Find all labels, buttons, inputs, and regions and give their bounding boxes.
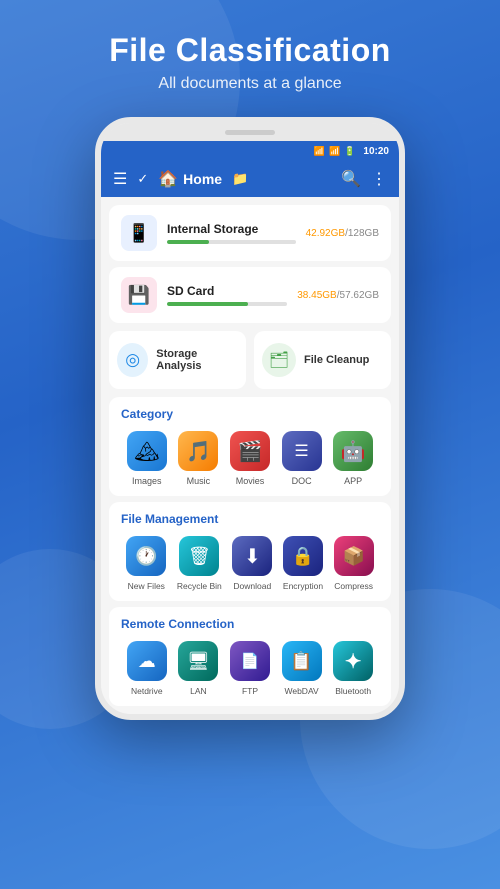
file-management-title: File Management <box>121 512 379 526</box>
internal-storage-info: Internal Storage <box>167 222 296 244</box>
newfiles-label: New Files <box>128 581 165 591</box>
toolbar-right: 🔍 ⋮ <box>341 169 387 189</box>
page-subtitle: All documents at a glance <box>0 75 500 93</box>
rm-item-webdav[interactable]: 📋 WebDAV <box>282 641 322 696</box>
recyclebin-label: Recycle Bin <box>177 581 222 591</box>
status-time: 10:20 <box>363 146 389 157</box>
internal-storage-bar <box>167 240 209 244</box>
status-bar: 📶 📶 🔋 10:20 <box>101 141 399 161</box>
compress-label: Compress <box>334 581 373 591</box>
category-title: Category <box>121 407 379 421</box>
ftp-label: FTP <box>242 686 258 696</box>
compress-icon: 📦 <box>334 536 374 576</box>
recyclebin-icon: 🗑 <box>179 536 219 576</box>
category-section: Category 🏔 Images 🎵 Music 🎬 Movies <box>109 397 391 496</box>
sd-card-card[interactable]: 💾 SD Card 38.45GB/57.62GB <box>109 267 391 323</box>
lan-icon: 🖥 <box>178 641 218 681</box>
toolbar-title-row: 🏠 Home <box>158 169 222 189</box>
encryption-icon: 🔒 <box>283 536 323 576</box>
signal-icon: 📶 <box>329 146 340 157</box>
fm-item-recyclebin[interactable]: 🗑 Recycle Bin <box>177 536 222 591</box>
storage-analysis-card[interactable]: ◎ Storage Analysis <box>109 331 246 389</box>
internal-storage-card[interactable]: 📱 Internal Storage 42.92GB/128GB <box>109 205 391 261</box>
fm-item-compress[interactable]: 📦 Compress <box>334 536 374 591</box>
bluetooth-label: Bluetooth <box>335 686 371 696</box>
music-icon: 🎵 <box>178 431 218 471</box>
doc-icon: ☰ <box>282 431 322 471</box>
storage-analysis-label: Storage Analysis <box>156 348 238 372</box>
category-item-music[interactable]: 🎵 Music <box>178 431 218 486</box>
battery-icon: 🔋 <box>344 146 355 157</box>
movies-icon: 🎬 <box>230 431 270 471</box>
lan-label: LAN <box>190 686 207 696</box>
folder-icon[interactable]: 📁 <box>232 171 248 187</box>
rm-item-lan[interactable]: 🖥 LAN <box>178 641 218 696</box>
remote-connection-section: Remote Connection ☁ Netdrive 🖥 LAN 📄 FTP <box>109 607 391 706</box>
fm-item-encryption[interactable]: 🔒 Encryption <box>283 536 323 591</box>
doc-label: DOC <box>292 476 312 486</box>
remote-connection-title: Remote Connection <box>121 617 379 631</box>
images-label: Images <box>132 476 162 486</box>
category-item-app[interactable]: 🤖 APP <box>333 431 373 486</box>
rm-item-bluetooth[interactable]: ✦ Bluetooth <box>333 641 373 696</box>
file-cleanup-card[interactable]: 🗂 File Cleanup <box>254 331 391 389</box>
menu-icon[interactable]: ☰ <box>113 169 127 189</box>
webdav-icon: 📋 <box>282 641 322 681</box>
toolbar-left: ☰ ✓ 🏠 Home 📁 <box>113 169 333 189</box>
music-label: Music <box>187 476 211 486</box>
remote-grid: ☁ Netdrive 🖥 LAN 📄 FTP 📋 WebDAV <box>121 641 379 696</box>
fm-item-newfiles[interactable]: 🕐 New Files <box>126 536 166 591</box>
ftp-icon: 📄 <box>230 641 270 681</box>
netdrive-label: Netdrive <box>131 686 163 696</box>
file-management-grid: 🕐 New Files 🗑 Recycle Bin ⬇ Download 🔒 E… <box>121 536 379 591</box>
toolbar-title: Home <box>183 171 222 187</box>
rm-item-ftp[interactable]: 📄 FTP <box>230 641 270 696</box>
movies-label: Movies <box>236 476 265 486</box>
status-icons: 📶 📶 🔋 10:20 <box>314 146 389 157</box>
phone-content: 📱 Internal Storage 42.92GB/128GB 💾 SD Ca… <box>101 197 399 714</box>
fm-item-download[interactable]: ⬇ Download <box>232 536 272 591</box>
page-title: File Classification <box>0 32 500 69</box>
sd-card-name: SD Card <box>167 284 287 298</box>
newfiles-icon: 🕐 <box>126 536 166 576</box>
search-icon[interactable]: 🔍 <box>341 169 361 189</box>
sd-card-bar <box>167 302 248 306</box>
category-grid: 🏔 Images 🎵 Music 🎬 Movies ☰ DOC <box>121 431 379 486</box>
phone-mockup: 📶 📶 🔋 10:20 ☰ ✓ 🏠 Home 📁 🔍 ⋮ <box>0 117 500 720</box>
sd-card-icon: 💾 <box>121 277 157 313</box>
tools-row: ◎ Storage Analysis 🗂 File Cleanup <box>109 331 391 389</box>
file-cleanup-icon: 🗂 <box>262 343 296 377</box>
download-label: Download <box>233 581 271 591</box>
images-icon: 🏔 <box>127 431 167 471</box>
phone-notch <box>101 123 399 141</box>
sd-card-info: SD Card <box>167 284 287 306</box>
internal-storage-icon: 📱 <box>121 215 157 251</box>
category-item-doc[interactable]: ☰ DOC <box>282 431 322 486</box>
download-icon: ⬇ <box>232 536 272 576</box>
more-icon[interactable]: ⋮ <box>371 169 387 189</box>
category-item-images[interactable]: 🏔 Images <box>127 431 167 486</box>
file-cleanup-label: File Cleanup <box>304 354 369 366</box>
netdrive-icon: ☁ <box>127 641 167 681</box>
sd-card-bar-wrap <box>167 302 287 306</box>
internal-storage-name: Internal Storage <box>167 222 296 236</box>
check-icon[interactable]: ✓ <box>137 171 148 187</box>
sd-card-size: 38.45GB/57.62GB <box>297 290 379 301</box>
internal-storage-size: 42.92GB/128GB <box>306 228 379 239</box>
internal-storage-bar-wrap <box>167 240 296 244</box>
toolbar: ☰ ✓ 🏠 Home 📁 🔍 ⋮ <box>101 161 399 197</box>
app-label: APP <box>344 476 362 486</box>
webdav-label: WebDAV <box>284 686 318 696</box>
app-icon: 🤖 <box>333 431 373 471</box>
wifi-icon: 📶 <box>314 146 325 157</box>
phone-speaker <box>225 130 275 135</box>
storage-analysis-icon: ◎ <box>117 343 148 377</box>
encryption-label: Encryption <box>283 581 323 591</box>
category-item-movies[interactable]: 🎬 Movies <box>230 431 270 486</box>
rm-item-netdrive[interactable]: ☁ Netdrive <box>127 641 167 696</box>
file-management-section: File Management 🕐 New Files 🗑 Recycle Bi… <box>109 502 391 601</box>
home-icon: 🏠 <box>158 169 178 189</box>
bluetooth-icon: ✦ <box>333 641 373 681</box>
